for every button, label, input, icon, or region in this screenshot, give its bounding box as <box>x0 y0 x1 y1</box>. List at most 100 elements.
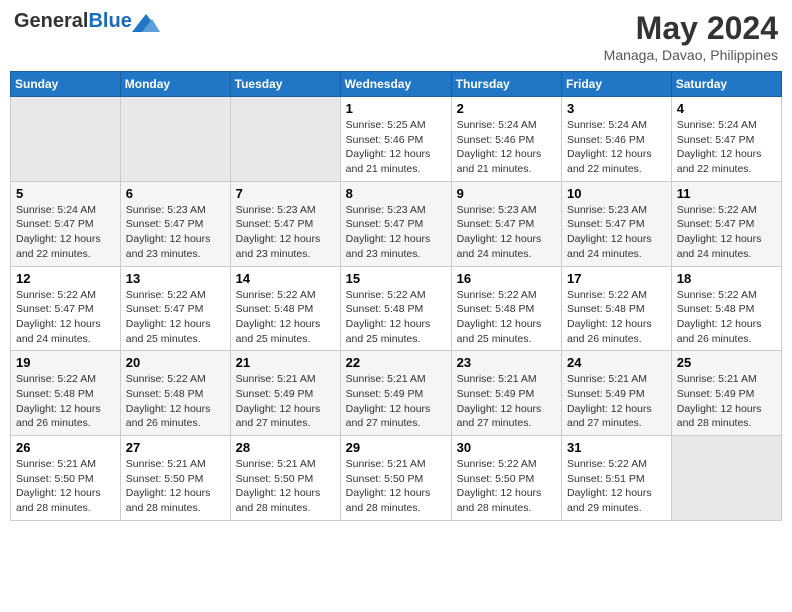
day-number: 19 <box>16 355 115 370</box>
day-info: Sunrise: 5:23 AM Sunset: 5:47 PM Dayligh… <box>457 203 556 262</box>
calendar-cell: 26 Sunrise: 5:21 AM Sunset: 5:50 PM Dayli… <box>11 436 121 521</box>
logo-icon <box>132 14 160 32</box>
day-info: Sunrise: 5:21 AM Sunset: 5:49 PM Dayligh… <box>567 372 666 431</box>
calendar-cell: 28Sunrise: 5:21 AM Sunset: 5:50 PM Dayli… <box>230 436 340 521</box>
day-number: 10 <box>567 186 666 201</box>
logo-text: GeneralBlue <box>14 10 132 33</box>
calendar-cell: 17 Sunrise: 5:22 AM Sunset: 5:48 PM Dayli… <box>562 266 672 351</box>
day-info: Sunrise: 5:22 AM Sunset: 5:47 PM Dayligh… <box>126 288 225 347</box>
week-row-2: 5 Sunrise: 5:24 AM Sunset: 5:47 PM Daylig… <box>11 181 782 266</box>
calendar-cell: 21 Sunrise: 5:21 AM Sunset: 5:49 PM Dayli… <box>230 351 340 436</box>
day-number: 5 <box>16 186 115 201</box>
calendar-cell: 29 Sunrise: 5:21 AM Sunset: 5:50 PM Dayli… <box>340 436 451 521</box>
day-info: Sunrise: 5:22 AM Sunset: 5:51 PM Dayligh… <box>567 457 666 516</box>
day-info: Sunrise: 5:22 AM Sunset: 5:48 PM Dayligh… <box>346 288 446 347</box>
day-number: 13 <box>126 271 225 286</box>
day-info: Sunrise: 5:21 AM Sunset: 5:50 PM Dayligh… <box>16 457 115 516</box>
weekday-tuesday: Tuesday <box>230 72 340 97</box>
day-number: 25 <box>677 355 776 370</box>
calendar-cell: 3Sunrise: 5:24 AM Sunset: 5:46 PM Daylig… <box>562 97 672 182</box>
day-number: 8 <box>346 186 446 201</box>
calendar-cell: 2 Sunrise: 5:24 AM Sunset: 5:46 PM Daylig… <box>451 97 561 182</box>
day-number: 11 <box>677 186 776 201</box>
day-number: 6 <box>126 186 225 201</box>
day-info: Sunrise: 5:21 AM Sunset: 5:50 PM Dayligh… <box>126 457 225 516</box>
weekday-friday: Friday <box>562 72 672 97</box>
day-number: 29 <box>346 440 446 455</box>
calendar-cell: 19 Sunrise: 5:22 AM Sunset: 5:48 PM Dayli… <box>11 351 121 436</box>
day-info: Sunrise: 5:22 AM Sunset: 5:48 PM Dayligh… <box>457 288 556 347</box>
day-number: 31 <box>567 440 666 455</box>
page-header: GeneralBlue May 2024 Managa, Davao, Phil… <box>10 10 782 63</box>
day-info: Sunrise: 5:24 AM Sunset: 5:47 PM Dayligh… <box>16 203 115 262</box>
calendar-cell <box>11 97 121 182</box>
day-info: Sunrise: 5:21 AM Sunset: 5:49 PM Dayligh… <box>677 372 776 431</box>
calendar-cell: 4 Sunrise: 5:24 AM Sunset: 5:47 PM Daylig… <box>671 97 781 182</box>
logo-general: General <box>14 10 88 32</box>
calendar-cell: 16Sunrise: 5:22 AM Sunset: 5:48 PM Dayli… <box>451 266 561 351</box>
day-number: 20 <box>126 355 225 370</box>
day-info: Sunrise: 5:22 AM Sunset: 5:48 PM Dayligh… <box>567 288 666 347</box>
weekday-wednesday: Wednesday <box>340 72 451 97</box>
day-info: Sunrise: 5:23 AM Sunset: 5:47 PM Dayligh… <box>126 203 225 262</box>
day-number: 1 <box>346 101 446 116</box>
weekday-thursday: Thursday <box>451 72 561 97</box>
day-number: 24 <box>567 355 666 370</box>
day-number: 30 <box>457 440 556 455</box>
day-info: Sunrise: 5:24 AM Sunset: 5:47 PM Dayligh… <box>677 118 776 177</box>
calendar-cell <box>120 97 230 182</box>
day-number: 28 <box>236 440 335 455</box>
calendar-cell: 9 Sunrise: 5:23 AM Sunset: 5:47 PM Daylig… <box>451 181 561 266</box>
calendar-cell: 11 Sunrise: 5:22 AM Sunset: 5:47 PM Dayli… <box>671 181 781 266</box>
day-number: 2 <box>457 101 556 116</box>
day-number: 26 <box>16 440 115 455</box>
day-info: Sunrise: 5:22 AM Sunset: 5:48 PM Dayligh… <box>16 372 115 431</box>
day-number: 22 <box>346 355 446 370</box>
calendar-cell: 5 Sunrise: 5:24 AM Sunset: 5:47 PM Daylig… <box>11 181 121 266</box>
day-number: 27 <box>126 440 225 455</box>
day-number: 21 <box>236 355 335 370</box>
calendar-cell: 6 Sunrise: 5:23 AM Sunset: 5:47 PM Daylig… <box>120 181 230 266</box>
day-number: 4 <box>677 101 776 116</box>
day-info: Sunrise: 5:22 AM Sunset: 5:48 PM Dayligh… <box>677 288 776 347</box>
calendar-cell <box>671 436 781 521</box>
weekday-saturday: Saturday <box>671 72 781 97</box>
week-row-4: 19 Sunrise: 5:22 AM Sunset: 5:48 PM Dayli… <box>11 351 782 436</box>
calendar-cell: 20 Sunrise: 5:22 AM Sunset: 5:48 PM Dayli… <box>120 351 230 436</box>
logo: GeneralBlue <box>14 10 160 33</box>
calendar-cell: 14Sunrise: 5:22 AM Sunset: 5:48 PM Dayli… <box>230 266 340 351</box>
week-row-5: 26 Sunrise: 5:21 AM Sunset: 5:50 PM Dayli… <box>11 436 782 521</box>
calendar-cell: 23Sunrise: 5:21 AM Sunset: 5:49 PM Dayli… <box>451 351 561 436</box>
day-info: Sunrise: 5:22 AM Sunset: 5:48 PM Dayligh… <box>236 288 335 347</box>
calendar-cell: 30Sunrise: 5:22 AM Sunset: 5:50 PM Dayli… <box>451 436 561 521</box>
week-row-1: 1Sunrise: 5:25 AM Sunset: 5:46 PM Daylig… <box>11 97 782 182</box>
week-row-3: 12Sunrise: 5:22 AM Sunset: 5:47 PM Dayli… <box>11 266 782 351</box>
day-info: Sunrise: 5:21 AM Sunset: 5:49 PM Dayligh… <box>457 372 556 431</box>
day-number: 15 <box>346 271 446 286</box>
day-info: Sunrise: 5:23 AM Sunset: 5:47 PM Dayligh… <box>236 203 335 262</box>
month-title: May 2024 <box>604 10 778 47</box>
calendar-cell: 13 Sunrise: 5:22 AM Sunset: 5:47 PM Dayli… <box>120 266 230 351</box>
weekday-sunday: Sunday <box>11 72 121 97</box>
day-info: Sunrise: 5:22 AM Sunset: 5:47 PM Dayligh… <box>677 203 776 262</box>
day-number: 9 <box>457 186 556 201</box>
day-info: Sunrise: 5:24 AM Sunset: 5:46 PM Dayligh… <box>457 118 556 177</box>
day-info: Sunrise: 5:21 AM Sunset: 5:50 PM Dayligh… <box>346 457 446 516</box>
logo-blue: Blue <box>88 10 131 32</box>
calendar-cell: 27 Sunrise: 5:21 AM Sunset: 5:50 PM Dayli… <box>120 436 230 521</box>
location: Managa, Davao, Philippines <box>604 47 778 63</box>
day-info: Sunrise: 5:22 AM Sunset: 5:48 PM Dayligh… <box>126 372 225 431</box>
day-info: Sunrise: 5:21 AM Sunset: 5:49 PM Dayligh… <box>236 372 335 431</box>
title-section: May 2024 Managa, Davao, Philippines <box>604 10 778 63</box>
day-info: Sunrise: 5:22 AM Sunset: 5:47 PM Dayligh… <box>16 288 115 347</box>
calendar-cell: 15 Sunrise: 5:22 AM Sunset: 5:48 PM Dayli… <box>340 266 451 351</box>
day-number: 17 <box>567 271 666 286</box>
calendar-cell: 10Sunrise: 5:23 AM Sunset: 5:47 PM Dayli… <box>562 181 672 266</box>
day-info: Sunrise: 5:21 AM Sunset: 5:49 PM Dayligh… <box>346 372 446 431</box>
day-number: 7 <box>236 186 335 201</box>
weekday-monday: Monday <box>120 72 230 97</box>
day-info: Sunrise: 5:24 AM Sunset: 5:46 PM Dayligh… <box>567 118 666 177</box>
calendar-cell: 22 Sunrise: 5:21 AM Sunset: 5:49 PM Dayli… <box>340 351 451 436</box>
day-info: Sunrise: 5:23 AM Sunset: 5:47 PM Dayligh… <box>346 203 446 262</box>
calendar-cell: 12Sunrise: 5:22 AM Sunset: 5:47 PM Dayli… <box>11 266 121 351</box>
